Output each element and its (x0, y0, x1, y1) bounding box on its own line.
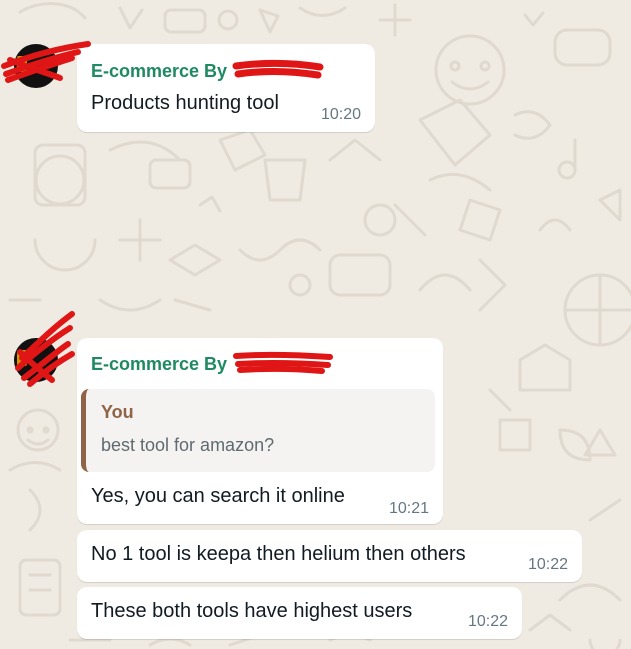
sender-name[interactable]: E-commerce By (91, 61, 227, 82)
quoted-message[interactable]: You best tool for amazon? (81, 389, 435, 472)
quoted-text: best tool for amazon? (101, 435, 275, 455)
quoted-author: You (101, 402, 134, 422)
message-time: 10:22 (467, 613, 508, 630)
avatar-logo-icon (17, 56, 27, 72)
message-time: 10:22 (527, 556, 568, 573)
message-text: These both tools have highest users (91, 600, 413, 622)
message-bubble[interactable]: E-commerce By You best tool for amazon? … (77, 338, 443, 524)
message-text: No 1 tool is keepa then helium then othe… (91, 543, 466, 565)
sender-avatar[interactable] (14, 44, 58, 88)
message-bubble[interactable]: E-commerce By Products hunting tool 10:2… (77, 44, 375, 132)
message-bubble[interactable]: No 1 tool is keepa then helium then othe… (77, 530, 582, 582)
message-time: 10:21 (388, 500, 429, 517)
sender-name[interactable]: E-commerce By (91, 354, 227, 375)
sender-avatar[interactable] (14, 338, 58, 382)
avatar-logo-icon (17, 350, 27, 366)
message-bubble[interactable]: These both tools have highest users 10:2… (77, 587, 522, 639)
message-text: Yes, you can search it online (91, 485, 345, 507)
message-time: 10:20 (320, 106, 361, 123)
message-text: Products hunting tool (91, 92, 279, 114)
